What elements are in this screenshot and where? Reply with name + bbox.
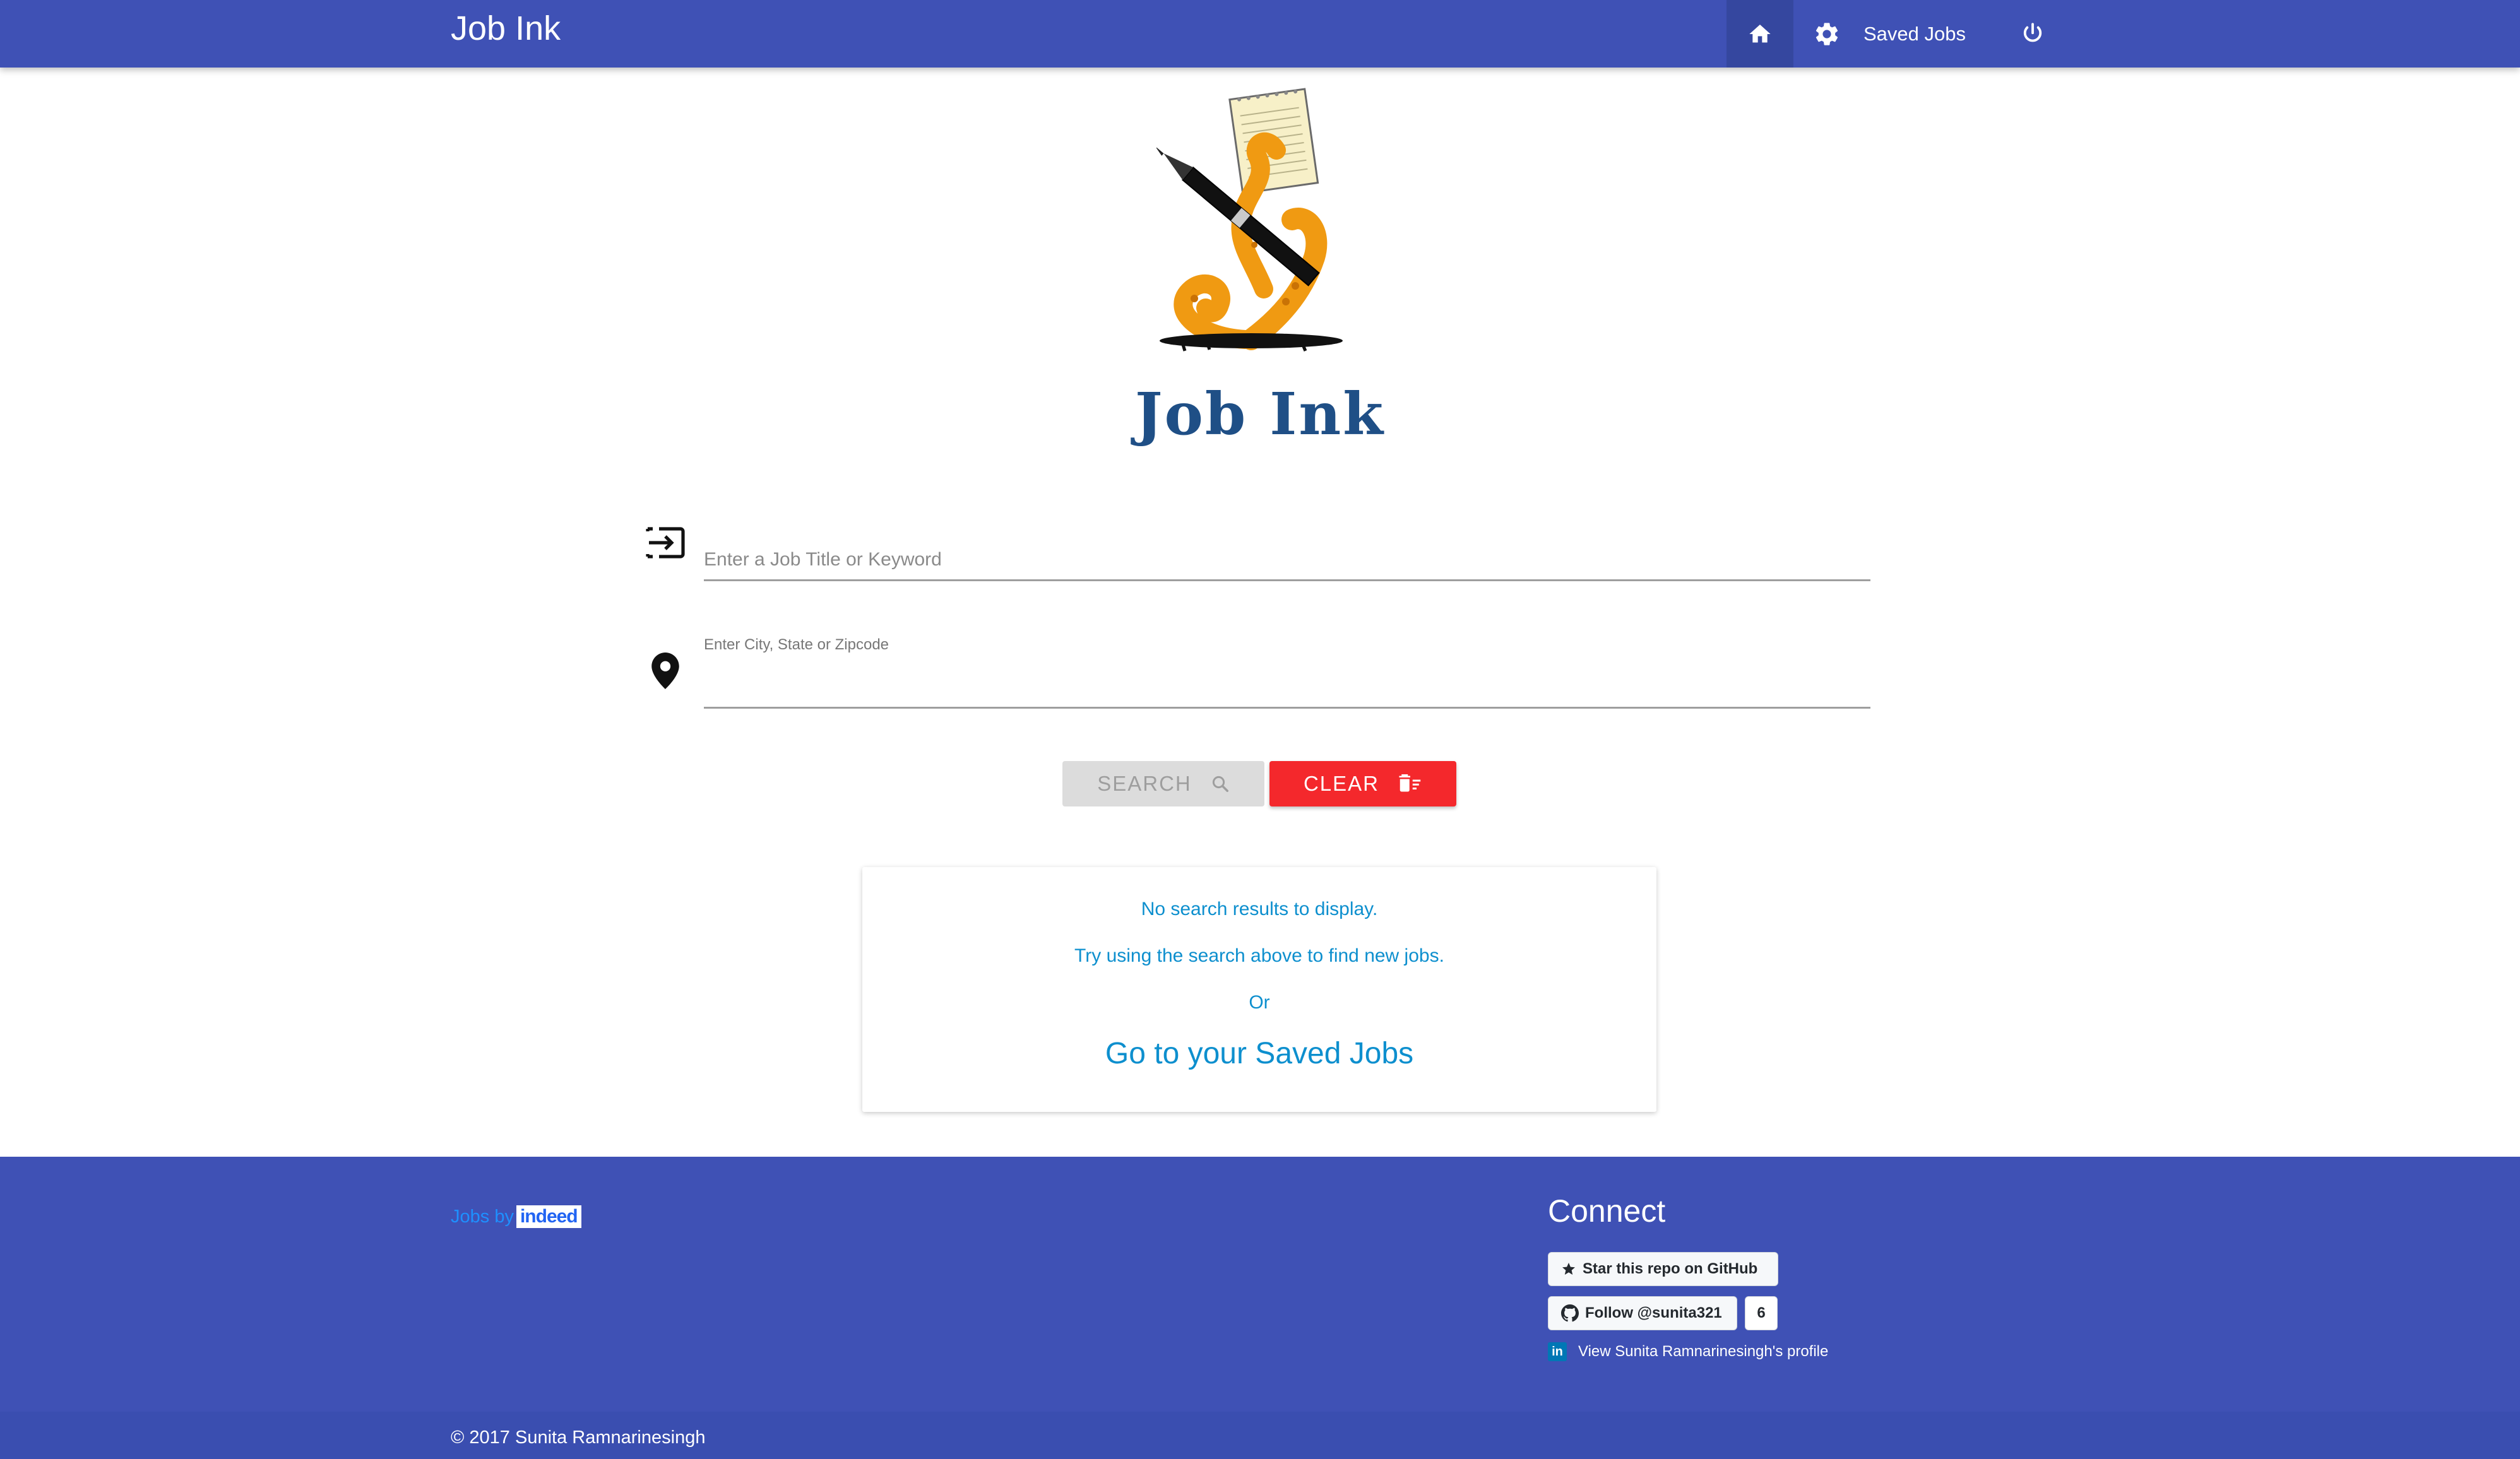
brand-title[interactable]: Job Ink xyxy=(451,0,561,57)
github-follow-button[interactable]: Follow @sunita321 xyxy=(1548,1296,1737,1330)
star-icon xyxy=(1562,1263,1575,1275)
nav-logout-button[interactable] xyxy=(2001,0,2064,68)
github-follow-label: Follow @sunita321 xyxy=(1585,1304,1722,1321)
clear-button-label: CLEAR xyxy=(1303,772,1380,795)
jobs-by-indeed-link[interactable]: Jobs by indeed xyxy=(451,1204,581,1229)
search-button-label: SEARCH xyxy=(1097,772,1192,795)
linkedin-profile-link[interactable]: in View Sunita Ramnarinesingh's profile xyxy=(1548,1340,1828,1363)
nav-saved-jobs-link[interactable]: Saved Jobs xyxy=(1860,0,1969,68)
github-icon xyxy=(1561,1304,1579,1322)
linkedin-profile-label: View Sunita Ramnarinesingh's profile xyxy=(1578,1343,1829,1360)
linkedin-icon: in xyxy=(1548,1342,1567,1361)
power-icon xyxy=(2023,22,2042,42)
no-results-card: No search results to display. Try using … xyxy=(862,867,1656,1112)
location-pin-icon xyxy=(651,653,679,689)
indeed-logo: indeed xyxy=(516,1205,581,1228)
clear-button[interactable]: CLEAR xyxy=(1269,761,1456,806)
search-icon xyxy=(1212,776,1228,792)
location-field: Enter City, State or Zipcode xyxy=(704,631,1870,709)
home-icon xyxy=(1749,24,1771,42)
search-hint: Try using the search above to find new j… xyxy=(1074,945,1444,966)
github-star-button[interactable]: Star this repo on GitHub xyxy=(1548,1252,1778,1286)
job-ink-logo xyxy=(1156,88,1343,351)
keyword-input[interactable] xyxy=(704,549,1870,570)
location-input[interactable] xyxy=(704,676,1870,698)
saved-jobs-link[interactable]: Go to your Saved Jobs xyxy=(862,1036,1656,1071)
keyword-field xyxy=(704,529,1870,581)
input-icon xyxy=(646,527,685,558)
or-separator: Or xyxy=(1249,992,1270,1013)
footer-copyright-bar xyxy=(0,1412,2520,1459)
navbar: Job Ink Saved Jobs xyxy=(0,0,2520,68)
jobs-by-text: Jobs by xyxy=(451,1206,514,1227)
search-button[interactable]: SEARCH xyxy=(1062,761,1264,806)
no-results-message: No search results to display. xyxy=(1141,899,1378,919)
nav-home-button[interactable] xyxy=(1727,0,1793,68)
delete-sweep-icon xyxy=(1399,774,1421,792)
github-follower-count[interactable]: 6 xyxy=(1745,1296,1778,1330)
location-label: Enter City, State or Zipcode xyxy=(704,636,889,653)
hero-title: Job Ink xyxy=(1135,380,1385,448)
nav-settings-button[interactable] xyxy=(1793,0,1860,68)
github-star-label: Star this repo on GitHub xyxy=(1583,1260,1758,1277)
copyright-text: © 2017 Sunita Ramnarinesingh xyxy=(451,1427,706,1448)
gear-icon xyxy=(1816,22,1838,45)
connect-heading: Connect xyxy=(1548,1193,1666,1229)
